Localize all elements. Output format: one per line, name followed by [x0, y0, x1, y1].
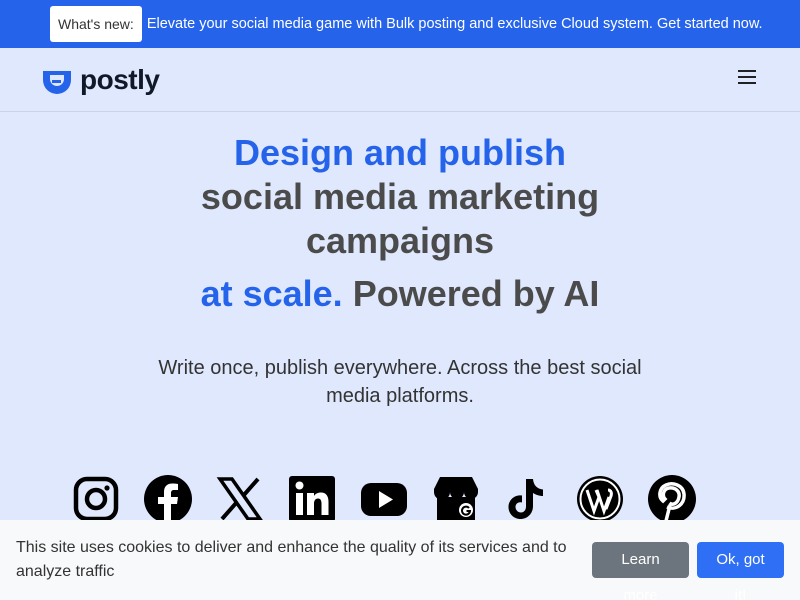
tiktok-icon [504, 475, 552, 523]
learn-more-button[interactable]: Learn more [592, 542, 689, 600]
hero-subtitle: Write once, publish everywhere. Across t… [158, 357, 642, 407]
social-platforms-row [72, 475, 732, 525]
hamburger-menu-icon[interactable] [736, 66, 760, 90]
google-business-icon [432, 475, 480, 523]
accept-cookies-button[interactable]: Ok, got it! [697, 542, 784, 600]
logo-text: postly [80, 64, 160, 95]
postly-logo[interactable]: postly [40, 62, 160, 98]
announcement-message[interactable]: Elevate your social media game with Bulk… [147, 16, 763, 32]
wordpress-icon [576, 475, 624, 523]
hero-highlight: at scale. [200, 273, 343, 314]
whats-new-badge: What's new: [50, 6, 142, 42]
announcement-bar[interactable]: What's new: Elevate your social media ga… [0, 0, 800, 48]
hero-powered-by: Powered by AI [342, 273, 600, 314]
linkedin-icon [288, 475, 336, 523]
cookie-text: This site uses cookies to deliver and en… [16, 539, 567, 580]
facebook-icon [144, 475, 192, 523]
x-twitter-icon [216, 475, 264, 523]
hero-headline-line3: campaigns [305, 220, 495, 261]
hero-headline-line2: social media marketing [200, 176, 600, 217]
hero-headline-line1: Design and publish [233, 132, 566, 173]
pinterest-icon [648, 475, 696, 523]
site-header: postly [0, 48, 800, 112]
cookie-banner: This site uses cookies to deliver and en… [0, 520, 800, 600]
postly-logo-icon [43, 71, 71, 94]
youtube-icon [360, 475, 408, 523]
hero-headline-line4: at scale. Powered by AI [0, 272, 800, 316]
instagram-icon [72, 475, 120, 523]
